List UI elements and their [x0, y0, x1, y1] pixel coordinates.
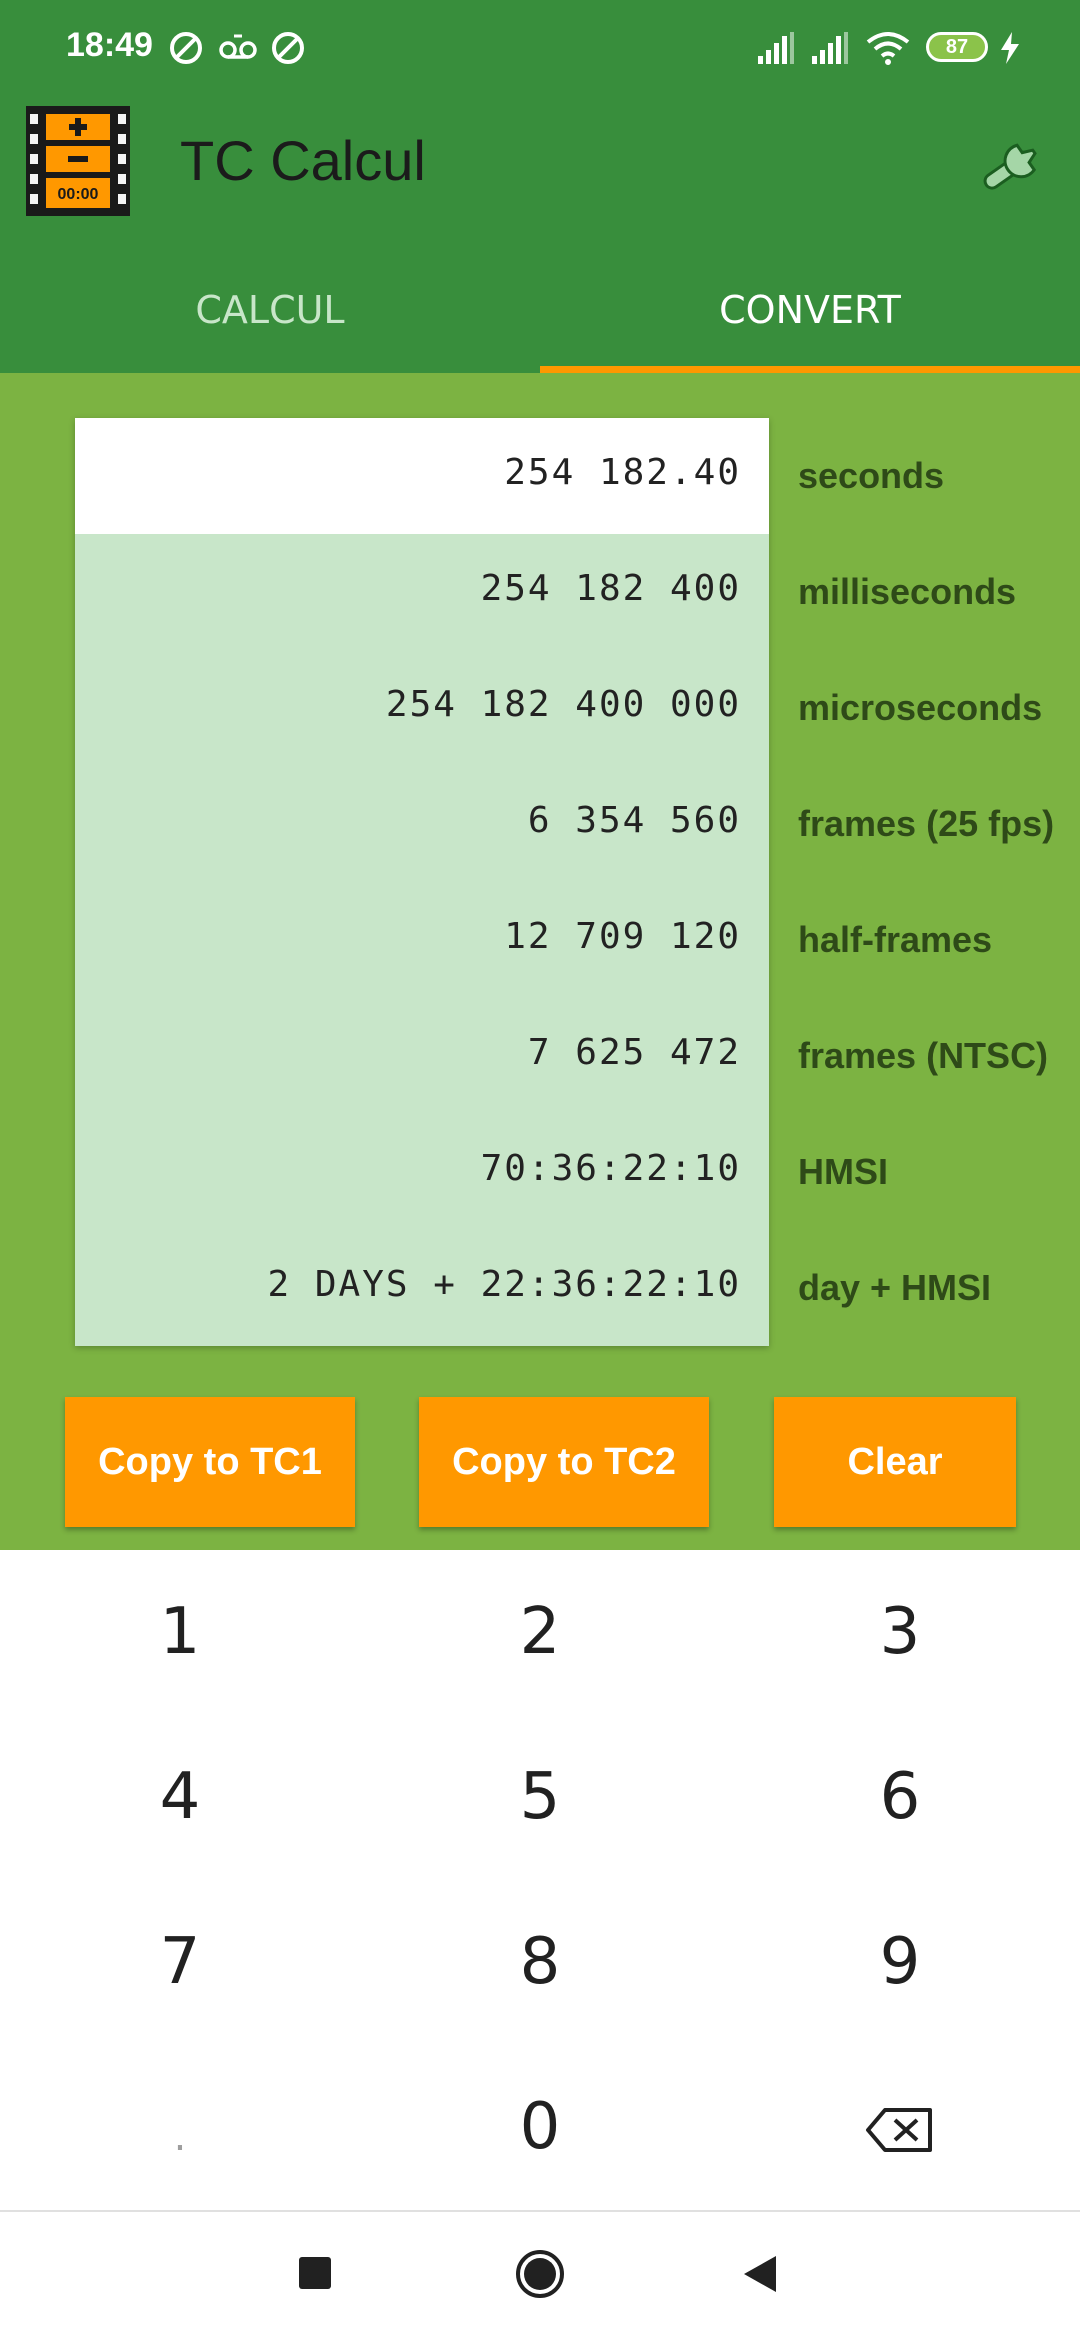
conversion-row-microseconds[interactable]: 254 182 400 000	[75, 650, 769, 766]
seconds-value: 254 182.40	[504, 452, 741, 493]
app-logo-text: 00:00	[58, 186, 99, 203]
wrench-icon[interactable]	[970, 130, 1060, 200]
copy-to-tc2-button[interactable]: Copy to TC2	[419, 1397, 709, 1527]
conversion-row-half-frames[interactable]: 12 709 120	[75, 882, 769, 998]
battery-icon: 87	[926, 32, 988, 62]
no-disturb-icon	[272, 32, 304, 64]
signal-icon	[812, 32, 848, 64]
conversion-row-day-hmsi[interactable]: 2 DAYS + 22:36:22:10	[75, 1230, 769, 1346]
key-8[interactable]: 8	[360, 1880, 720, 2045]
system-nav-bar	[0, 2212, 1080, 2340]
key-backspace[interactable]	[720, 2045, 1080, 2210]
key-2[interactable]: 2	[360, 1550, 720, 1715]
half-frames-value: 12 709 120	[504, 916, 741, 957]
wifi-icon	[866, 32, 910, 65]
key-decimal[interactable]: .	[0, 2045, 360, 2210]
unit-label-milliseconds: milliseconds	[798, 571, 1017, 612]
unit-label-frames-25: frames (25 fps)	[798, 803, 1055, 844]
tab-convert-label: CONVERT	[719, 288, 901, 332]
app-header: 18:49 87 00:00 TC Calcul CALCUL CONVERT	[0, 0, 1080, 373]
back-icon[interactable]	[742, 2254, 778, 2294]
unit-label-half-frames: half-frames	[798, 919, 993, 960]
frames-25-value: 6 354 560	[527, 800, 741, 841]
conversion-row-frames-25[interactable]: 6 354 560	[75, 766, 769, 882]
numeric-keypad: 1 2 3 4 5 6 7 8 9 . 0	[0, 1550, 1080, 2210]
key-0[interactable]: 0	[360, 2045, 720, 2210]
key-6[interactable]: 6	[720, 1715, 1080, 1880]
day-hmsi-value: 2 DAYS + 22:36:22:10	[267, 1264, 741, 1305]
unit-label-day-hmsi: day + HMSI	[798, 1267, 992, 1308]
key-7[interactable]: 7	[0, 1880, 360, 2045]
unit-label-hmsi: HMSI	[798, 1151, 888, 1192]
tab-indicator	[540, 366, 1080, 373]
conversion-row-seconds[interactable]: 254 182.40	[75, 418, 769, 534]
hmsi-value: 70:36:22:10	[480, 1148, 741, 1189]
home-icon[interactable]	[514, 2248, 566, 2300]
unit-label-frames-ntsc: frames (NTSC)	[798, 1035, 1049, 1076]
convert-panel: 254 182.40 254 182 400 254 182 400 000 6…	[0, 373, 1080, 1550]
unit-label-microseconds: microseconds	[798, 687, 1043, 728]
tab-calcul-label: CALCUL	[195, 288, 345, 332]
signal-icon	[758, 32, 794, 64]
milliseconds-value: 254 182 400	[480, 568, 741, 609]
backspace-icon	[866, 2108, 932, 2153]
no-disturb-icon	[170, 32, 202, 64]
conversion-values: 254 182.40 254 182 400 254 182 400 000 6…	[75, 418, 769, 1346]
app-logo-icon: 00:00	[26, 106, 130, 216]
key-3[interactable]: 3	[720, 1550, 1080, 1715]
recents-icon[interactable]	[298, 2256, 332, 2290]
microseconds-value: 254 182 400 000	[385, 684, 741, 725]
key-5[interactable]: 5	[360, 1715, 720, 1880]
conversion-row-frames-ntsc[interactable]: 7 625 472	[75, 998, 769, 1114]
battery-level: 87	[945, 36, 969, 58]
key-9[interactable]: 9	[720, 1880, 1080, 2045]
key-4[interactable]: 4	[0, 1715, 360, 1880]
frames-ntsc-value: 7 625 472	[527, 1032, 741, 1073]
charging-icon	[1001, 32, 1019, 64]
clear-button[interactable]: Clear	[774, 1397, 1016, 1527]
tab-convert[interactable]: CONVERT	[540, 260, 1080, 360]
conversion-row-milliseconds[interactable]: 254 182 400	[75, 534, 769, 650]
status-time: 18:49	[66, 26, 153, 64]
unit-label-seconds: seconds	[798, 455, 945, 496]
app-title: TC Calcul	[180, 129, 426, 192]
conversion-row-hmsi[interactable]: 70:36:22:10	[75, 1114, 769, 1230]
key-1[interactable]: 1	[0, 1550, 360, 1715]
tab-calcul[interactable]: CALCUL	[0, 260, 540, 360]
voicemail-icon	[219, 34, 257, 59]
copy-to-tc1-button[interactable]: Copy to TC1	[65, 1397, 355, 1527]
